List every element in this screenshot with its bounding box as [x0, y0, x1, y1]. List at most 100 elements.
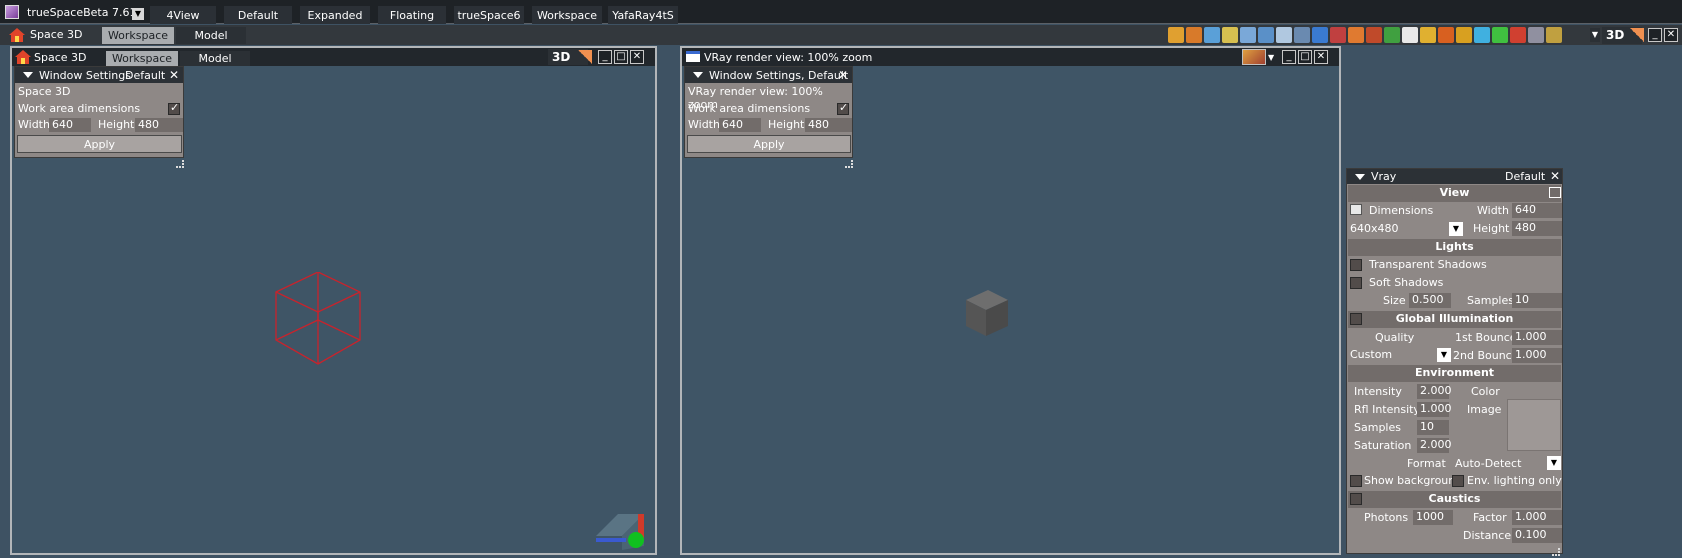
- pick-tool-icon[interactable]: [1168, 27, 1184, 43]
- photons-input[interactable]: 1000: [1413, 510, 1453, 525]
- vray-width-input[interactable]: 640: [1512, 203, 1562, 218]
- lights-section-header[interactable]: Lights: [1348, 239, 1561, 256]
- viewport-minimize-button[interactable]: _: [1282, 50, 1296, 64]
- layout-tab-floating[interactable]: Floating: [378, 6, 446, 24]
- scale-tool-icon[interactable]: [1222, 27, 1238, 43]
- view-tool-icon[interactable]: [1528, 27, 1544, 43]
- axis-l-icon[interactable]: [1420, 27, 1436, 43]
- render-tool-icon[interactable]: [1546, 27, 1562, 43]
- gi-section-header[interactable]: Global Illumination: [1348, 311, 1561, 328]
- collapse-arrow-icon[interactable]: [1355, 174, 1365, 180]
- section-expand-icon[interactable]: [1549, 187, 1561, 198]
- layout-tab-yafaray4ts[interactable]: YafaRay4tS: [608, 6, 678, 24]
- space-3d-viewport[interactable]: Space 3D Workspace Model 3D _ □ ✕ Window…: [10, 46, 657, 555]
- vray-height-input[interactable]: 480: [1512, 221, 1562, 236]
- resize-grip-icon[interactable]: [845, 160, 853, 168]
- distance-input[interactable]: 0.100: [1512, 528, 1562, 543]
- samples-input[interactable]: 10: [1512, 293, 1562, 308]
- animation-tool-icon[interactable]: [1348, 27, 1364, 43]
- app-dropdown-button[interactable]: ▼: [132, 8, 144, 20]
- wireframe-cube[interactable]: [274, 272, 364, 366]
- rfl-intensity-input[interactable]: 1.000: [1417, 402, 1452, 417]
- close-icon[interactable]: ✕: [1550, 169, 1560, 183]
- vray-preset[interactable]: Default: [1505, 170, 1545, 183]
- resize-grip-icon[interactable]: [1552, 548, 1560, 556]
- axes-tool-icon[interactable]: [1402, 27, 1418, 43]
- resize-grip-icon[interactable]: [176, 160, 184, 168]
- window-settings-header: Window Settings Default ✕: [15, 67, 183, 83]
- move-tool-icon[interactable]: [1204, 27, 1220, 43]
- format-dropdown-button[interactable]: ▼: [1547, 456, 1561, 470]
- window-settings-preset[interactable]: Default: [125, 69, 165, 82]
- resolution-preset-value[interactable]: 640x480: [1350, 222, 1399, 235]
- paint-tool-icon[interactable]: [1330, 27, 1346, 43]
- gi-checkbox[interactable]: [1350, 313, 1362, 325]
- collapse-arrow-icon[interactable]: [693, 72, 703, 78]
- factor-input[interactable]: 1.000: [1512, 510, 1562, 525]
- layout-tab-default[interactable]: Default: [224, 6, 292, 24]
- env-lighting-only-checkbox[interactable]: [1452, 475, 1464, 487]
- viewport-close-button[interactable]: ✕: [630, 50, 644, 64]
- layout-tab-4view[interactable]: 4View: [150, 6, 216, 24]
- environment-image-slot[interactable]: [1507, 399, 1561, 451]
- axis-arrow-icon[interactable]: [1438, 27, 1454, 43]
- render-dropdown-icon[interactable]: ▼: [1268, 53, 1274, 62]
- apply-button[interactable]: Apply: [687, 135, 851, 153]
- layout-tab-truespace6[interactable]: trueSpace6: [454, 6, 524, 24]
- object-rotate-icon[interactable]: [1240, 27, 1256, 43]
- object-scale-icon[interactable]: [1276, 27, 1292, 43]
- axis-x-icon[interactable]: [1456, 27, 1472, 43]
- second-bounces-input[interactable]: 1.000: [1512, 348, 1562, 363]
- env-samples-input[interactable]: 10: [1417, 420, 1449, 435]
- viewport-maximize-button[interactable]: □: [614, 50, 628, 64]
- work-area-checkbox[interactable]: [168, 101, 180, 115]
- main-close-button[interactable]: ✕: [1664, 28, 1678, 42]
- axis-y-icon[interactable]: [1492, 27, 1508, 43]
- object-move-icon[interactable]: [1258, 27, 1274, 43]
- transparent-shadows-checkbox[interactable]: [1350, 259, 1362, 271]
- link-tool-icon[interactable]: [1294, 27, 1310, 43]
- close-icon[interactable]: ✕: [169, 68, 179, 82]
- tab-workspace[interactable]: Workspace: [106, 51, 178, 66]
- tab-workspace[interactable]: Workspace: [102, 27, 174, 44]
- viewport-maximize-button[interactable]: □: [1298, 50, 1312, 64]
- height-input[interactable]: 480: [135, 118, 183, 132]
- layout-tab-workspace[interactable]: Workspace: [532, 6, 602, 24]
- tab-model[interactable]: Model: [180, 51, 250, 66]
- environment-section-header[interactable]: Environment: [1348, 365, 1561, 382]
- vray-render-viewport[interactable]: VRay render view: 100% zoom ▼ _ □ ✕ Wind…: [680, 46, 1341, 555]
- record-tool-icon[interactable]: [1366, 27, 1382, 43]
- width-input[interactable]: 640: [719, 118, 761, 132]
- view-section-header[interactable]: View: [1348, 185, 1561, 202]
- width-input[interactable]: 640: [49, 118, 91, 132]
- main-minimize-button[interactable]: _: [1648, 28, 1662, 42]
- collapse-arrow-icon[interactable]: [23, 72, 33, 78]
- viewport-minimize-button[interactable]: _: [598, 50, 612, 64]
- rotate-tool-icon[interactable]: [1186, 27, 1202, 43]
- tab-model[interactable]: Model: [176, 27, 246, 44]
- apply-button[interactable]: Apply: [17, 135, 182, 153]
- first-bounce-input[interactable]: 1.000: [1512, 330, 1562, 345]
- resolution-dropdown-button[interactable]: ▼: [1449, 222, 1463, 236]
- axis-xy-icon[interactable]: [1474, 27, 1490, 43]
- close-icon[interactable]: ✕: [838, 68, 848, 82]
- material-tool-icon[interactable]: [1312, 27, 1328, 43]
- quality-value[interactable]: Custom: [1350, 348, 1392, 361]
- soft-shadows-checkbox[interactable]: [1350, 277, 1362, 289]
- show-background-checkbox[interactable]: [1350, 475, 1362, 487]
- toolbar-dropdown-icon[interactable]: ▼: [1590, 28, 1600, 42]
- quality-dropdown-button[interactable]: ▼: [1437, 348, 1451, 362]
- intensity-input[interactable]: 2.000: [1417, 384, 1452, 399]
- format-value[interactable]: Auto-Detect: [1455, 457, 1521, 470]
- render-settings-icon[interactable]: [1242, 49, 1266, 65]
- layout-tab-expanded[interactable]: Expanded: [300, 6, 370, 24]
- viewport-close-button[interactable]: ✕: [1314, 50, 1328, 64]
- work-area-checkbox[interactable]: [837, 101, 849, 115]
- axis-z-icon[interactable]: [1510, 27, 1526, 43]
- grab-tool-icon[interactable]: [1384, 27, 1400, 43]
- size-input[interactable]: 0.500: [1409, 293, 1451, 308]
- saturation-input[interactable]: 2.000: [1417, 438, 1452, 453]
- caustics-section-header[interactable]: Caustics: [1348, 491, 1561, 508]
- height-input[interactable]: 480: [805, 118, 852, 132]
- caustics-checkbox[interactable]: [1350, 493, 1362, 505]
